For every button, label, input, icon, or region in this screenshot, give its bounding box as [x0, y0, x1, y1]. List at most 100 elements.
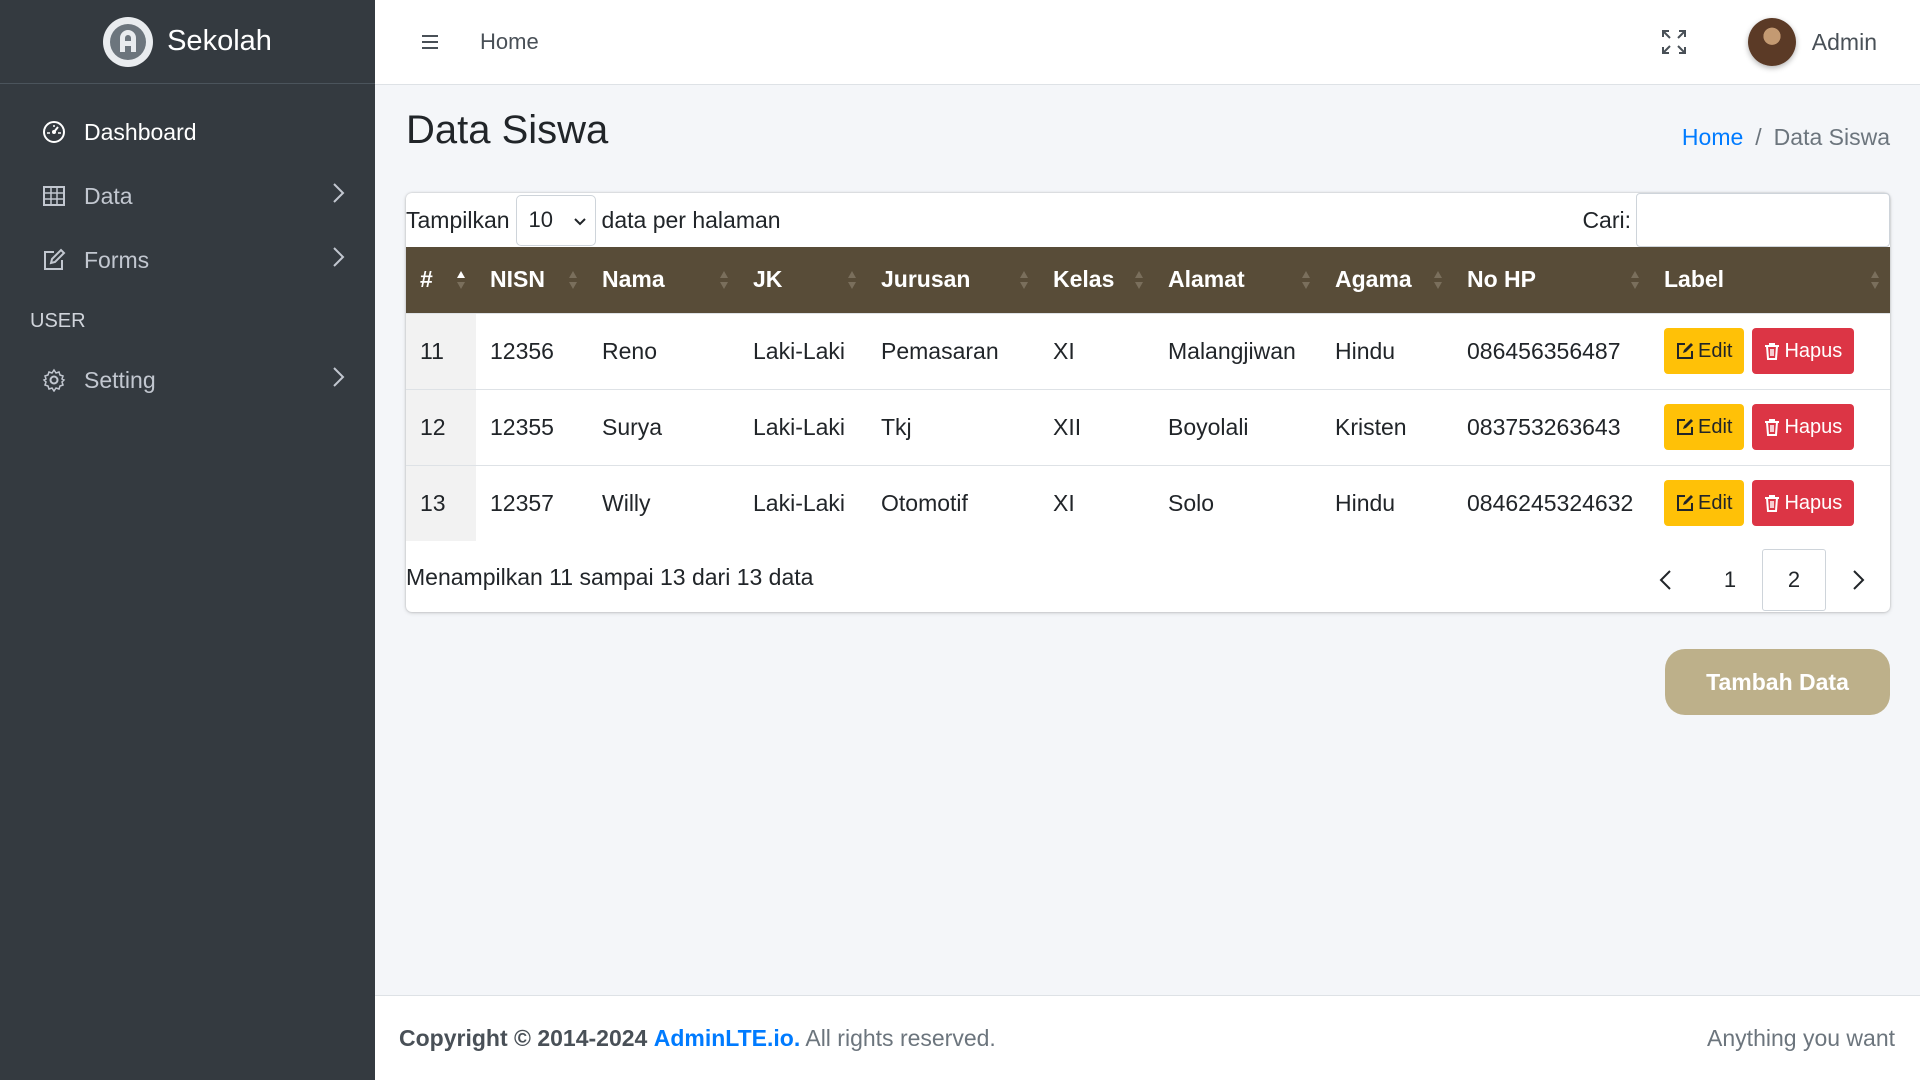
pagination-previous[interactable] [1634, 549, 1698, 611]
sort-icon [1302, 270, 1310, 289]
breadcrumb-home-link[interactable]: Home [1682, 124, 1743, 151]
dashboard-icon [40, 118, 68, 146]
delete-button[interactable]: Hapus [1752, 480, 1855, 527]
table-row: 11 12356 Reno Laki-Laki Pemasaran XI Mal… [406, 312, 1890, 389]
sidebar-item-dashboard[interactable]: Dashboard [0, 100, 375, 164]
cell-nisn: 12356 [476, 312, 588, 389]
sort-icon [848, 270, 856, 289]
gear-icon [40, 366, 68, 394]
cell-jurusan: Otomotif [867, 464, 1039, 541]
sidebar-item-label: Dashboard [84, 118, 197, 145]
pagination-page-2[interactable]: 2 [1762, 549, 1826, 611]
cell-actions: Edit Hapus [1650, 464, 1890, 541]
cell-jurusan: Tkj [867, 388, 1039, 465]
sidebar-item-label: Setting [84, 366, 156, 393]
sidebar: Sekolah Dashboard Data Forms USER Settin… [0, 0, 375, 1080]
trash-icon [1765, 419, 1780, 436]
edit-icon [1677, 343, 1693, 359]
chevron-right-icon [331, 182, 345, 210]
column-header-jurusan[interactable]: Jurusan [867, 247, 1039, 313]
column-header-kelas[interactable]: Kelas [1039, 247, 1154, 313]
cell-alamat: Solo [1154, 464, 1321, 541]
hamburger-menu-icon[interactable] [420, 32, 440, 52]
cell-actions: Edit Hapus [1650, 388, 1890, 465]
cell-nisn: 12357 [476, 464, 588, 541]
top-nav-home-link[interactable]: Home [480, 29, 539, 55]
cell-jurusan: Pemasaran [867, 312, 1039, 389]
footer: Copyright © 2014-2024 AdminLTE.io. All r… [375, 995, 1920, 1080]
breadcrumb-current: Data Siswa [1773, 124, 1890, 150]
edit-button[interactable]: Edit [1664, 480, 1745, 527]
brand-logo-icon [103, 16, 154, 67]
breadcrumb: Home / Data Siswa [1682, 124, 1890, 151]
sort-icon [1631, 270, 1639, 289]
per-page-label: data per halaman [601, 206, 781, 233]
fullscreen-icon[interactable] [1658, 26, 1690, 58]
edit-icon [1677, 495, 1693, 512]
delete-button[interactable]: Hapus [1752, 404, 1855, 450]
table-info: Menampilkan 11 sampai 13 dari 13 data [406, 564, 814, 590]
page-length-select[interactable]: 10 [515, 194, 596, 246]
cell-kelas: XI [1039, 312, 1154, 389]
column-header-alamat[interactable]: Alamat [1154, 247, 1321, 313]
column-header-number[interactable]: # [406, 247, 476, 313]
footer-adminlte-link[interactable]: AdminLTE.io. [654, 1025, 801, 1051]
brand[interactable]: Sekolah [0, 0, 375, 84]
cell-alamat: Boyolali [1154, 388, 1321, 465]
chevron-down-icon [573, 207, 587, 233]
page-length-control: Tampilkan 10 data per halaman [406, 193, 781, 247]
user-avatar[interactable] [1747, 18, 1796, 66]
pagination: 1 2 [1634, 549, 1890, 611]
pagination-next[interactable] [1826, 549, 1890, 611]
cell-nama: Willy [588, 464, 739, 541]
cell-agama: Kristen [1321, 388, 1453, 465]
sort-icon [720, 270, 728, 289]
sort-asc-icon [457, 270, 465, 289]
sidebar-item-forms[interactable]: Forms [0, 228, 375, 292]
cell-nama: Reno [588, 312, 739, 389]
sidebar-header-user: USER [30, 309, 86, 332]
add-data-button[interactable]: Tambah Data [1665, 649, 1890, 715]
sort-icon [569, 270, 577, 289]
chevron-right-icon [1853, 570, 1865, 590]
chevron-right-icon [331, 246, 345, 274]
cell-alamat: Malangjiwan [1154, 312, 1321, 389]
cell-no-hp: 0846245324632 [1453, 464, 1650, 541]
column-header-no-hp[interactable]: No HP [1453, 247, 1650, 313]
column-header-nama[interactable]: Nama [588, 247, 739, 313]
table-header-row: # NISN Nama JK Jurusan Kelas Alamat Agam… [406, 247, 1890, 313]
cell-number: 12 [406, 388, 476, 465]
cell-kelas: XI [1039, 464, 1154, 541]
trash-icon [1765, 495, 1780, 513]
sidebar-nav: Dashboard Data Forms USER Setting [0, 84, 375, 412]
sidebar-item-data[interactable]: Data [0, 164, 375, 228]
table-row: 13 12357 Willy Laki-Laki Otomotif XI Sol… [406, 464, 1890, 541]
breadcrumb-separator: / [1755, 124, 1762, 150]
cell-no-hp: 086456356487 [1453, 312, 1650, 389]
footer-rights: All rights reserved. [805, 1024, 996, 1051]
edit-button[interactable]: Edit [1664, 404, 1745, 450]
edit-button[interactable]: Edit [1664, 328, 1745, 374]
column-header-agama[interactable]: Agama [1321, 247, 1453, 313]
search-control: Cari: [1582, 193, 1890, 247]
sort-icon [1871, 270, 1879, 289]
footer-copyright: Copyright © 2014-2024 AdminLTE.io. All r… [399, 1025, 996, 1052]
brand-name: Sekolah [167, 25, 272, 57]
footer-right-text: Anything you want [1707, 1024, 1895, 1051]
show-label: Tampilkan [406, 206, 510, 233]
top-navbar: Home Admin [375, 0, 1920, 85]
pagination-page-1[interactable]: 1 [1698, 549, 1762, 611]
cell-agama: Hindu [1321, 464, 1453, 541]
delete-button[interactable]: Hapus [1752, 328, 1855, 374]
students-table: # NISN Nama JK Jurusan Kelas Alamat Agam… [406, 247, 1890, 541]
sidebar-item-setting[interactable]: Setting [0, 348, 375, 412]
user-name[interactable]: Admin [1812, 29, 1877, 56]
edit-icon [40, 246, 68, 274]
search-input[interactable] [1636, 193, 1890, 247]
data-table-card: Tampilkan 10 data per halaman Cari: # NI… [406, 193, 1890, 612]
cell-no-hp: 083753263643 [1453, 388, 1650, 465]
sort-icon [1020, 270, 1028, 289]
column-header-label[interactable]: Label [1650, 247, 1890, 313]
column-header-jk[interactable]: JK [739, 247, 867, 313]
column-header-nisn[interactable]: NISN [476, 247, 588, 313]
